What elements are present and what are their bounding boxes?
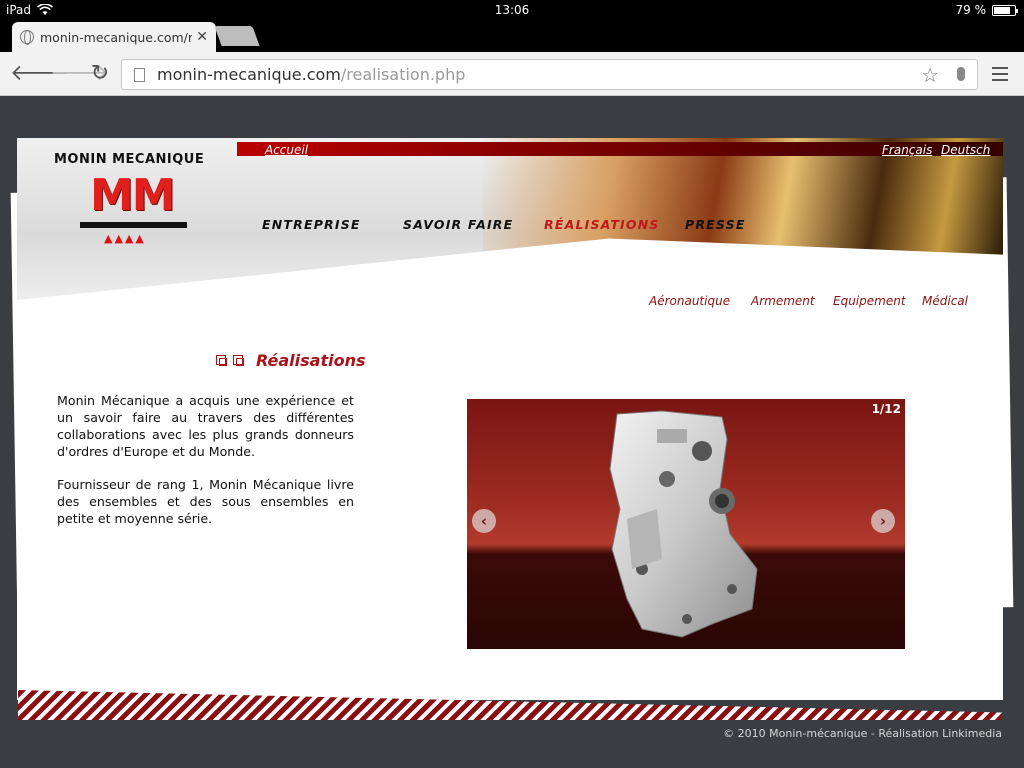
- brand-logo[interactable]: MM: [90, 170, 176, 221]
- nav-home-link[interactable]: Accueil: [265, 143, 308, 157]
- main-navigation: ENTREPRISE SAVOIR FAIRE RÉALISATIONS PRE…: [262, 217, 746, 232]
- slide-counter: 1/12: [871, 402, 901, 416]
- supplier-paragraph: Fournisseur de rang 1, Monin Mécanique l…: [57, 477, 354, 526]
- subnav-medical[interactable]: Médical: [922, 294, 968, 308]
- logo-bar: [80, 222, 187, 228]
- lang-deutsch-link[interactable]: Deutsch: [941, 143, 990, 157]
- page-content: MONIN MECANIQUE MM ▲▲▲▲ Accueil Français…: [0, 0, 1024, 740]
- nav-entreprise[interactable]: ENTREPRISE: [262, 217, 403, 232]
- subnav-equipement[interactable]: Equipement: [833, 294, 906, 308]
- nav-realisations[interactable]: RÉALISATIONS: [544, 217, 685, 232]
- machined-part-image: [609, 410, 758, 638]
- section-icon: [216, 355, 227, 366]
- section-icon: [233, 355, 244, 366]
- nav-savoir-faire[interactable]: SAVOIR FAIRE: [403, 217, 544, 232]
- brand-name: MONIN MECANIQUE: [54, 152, 205, 167]
- nav-presse[interactable]: PRESSE: [685, 217, 746, 232]
- subnav-armement[interactable]: Armement: [751, 294, 815, 308]
- copyright-text: © 2010 Monin-mécanique - Réalisation Lin…: [723, 727, 1002, 740]
- prev-slide-icon[interactable]: ‹: [472, 509, 496, 533]
- intro-paragraph: Monin Mécanique a acquis une expérience …: [57, 393, 354, 459]
- section-title: Réalisations: [256, 351, 366, 370]
- lang-francais-link[interactable]: Français: [882, 143, 932, 157]
- logo-triangles: ▲▲▲▲: [104, 232, 146, 245]
- subnav-aeronautique[interactable]: Aéronautique: [649, 294, 730, 308]
- realisations-slideshow: 1/12 ‹ ›: [467, 399, 905, 649]
- next-slide-icon[interactable]: ›: [871, 509, 895, 533]
